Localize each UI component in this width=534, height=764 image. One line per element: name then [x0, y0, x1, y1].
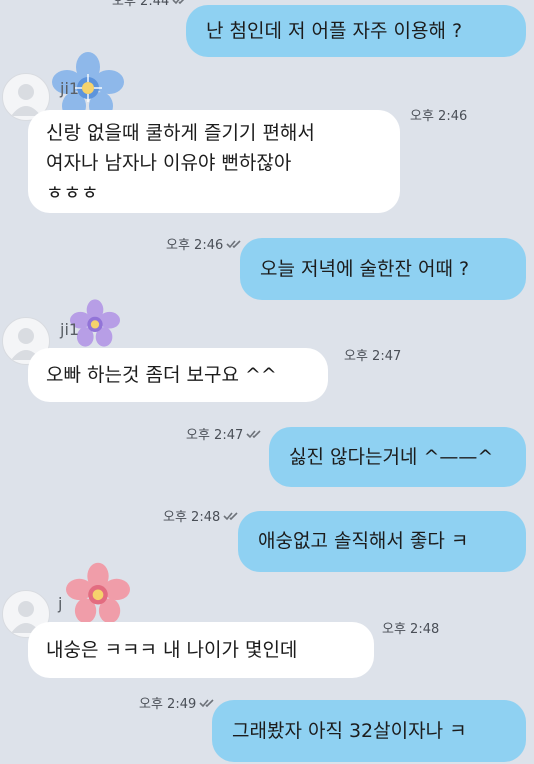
timestamp: 오후 2:49: [139, 697, 197, 712]
message-bubble-outgoing[interactable]: 애숭없고 솔직해서 좋다 ㅋ: [238, 511, 526, 572]
message-bubble-incoming[interactable]: 오빠 하는것 좀더 보구요 ^^: [28, 348, 328, 402]
message-time: 오후 2:46: [410, 105, 467, 124]
message-text: 난 첨인데 저 어플 자주 이용해 ?: [206, 20, 463, 42]
message-text: 애숭없고 솔직해서 좋다 ㅋ: [258, 530, 469, 552]
timestamp: 오후 2:47: [344, 349, 402, 364]
sender-name: ji1: [60, 320, 80, 339]
message-text: 신랑 없을때 쿨하게 즐기기 편해서: [46, 122, 315, 144]
message-time: 오후 2:49: [139, 693, 217, 712]
message-text: 싫진 않다는거네 ^——^: [289, 446, 494, 468]
message-text: 내숭은 ㅋㅋㅋ 내 나이가 몇인데: [46, 639, 298, 661]
message-time: 오후 2:46: [166, 234, 244, 253]
read-check-icon: [246, 429, 261, 438]
message-text: 오빠 하는것 좀더 보구요 ^^: [46, 364, 277, 386]
message-bubble-outgoing[interactable]: 난 첨인데 저 어플 자주 이용해 ?: [186, 5, 526, 57]
message-bubble-outgoing[interactable]: 싫진 않다는거네 ^——^: [269, 427, 526, 487]
timestamp: 오후 2:47: [186, 428, 244, 443]
read-check-icon: [199, 698, 214, 707]
timestamp: 오후 2:46: [410, 109, 468, 124]
flower-sticker-icon: [66, 562, 130, 624]
message-bubble-incoming[interactable]: 신랑 없을때 쿨하게 즐기기 편해서 여자나 남자나 이유야 뻔하잖아 ㅎㅎㅎ: [28, 110, 400, 213]
message-time: 오후 2:48: [382, 618, 439, 637]
timestamp: 오후 2:44: [112, 0, 170, 9]
message-text: 그래봤자 아직 32살이자나 ㅋ: [232, 720, 467, 742]
read-check-icon: [223, 511, 238, 520]
timestamp: 오후 2:48: [163, 510, 221, 525]
timestamp: 오후 2:46: [166, 238, 224, 253]
sender-name: ji1: [60, 79, 80, 98]
message-time: 오후 2:48: [163, 506, 241, 525]
sender-name: j: [58, 594, 63, 613]
message-time: 오후 2:47: [344, 345, 401, 364]
read-check-icon: [172, 0, 184, 4]
message-text: 오늘 저녁에 술한잔 어때 ?: [260, 258, 470, 280]
chat-screen: 오후 2:44 난 첨인데 저 어플 자주 이용해 ? ji1 오후 2:46 …: [0, 0, 534, 764]
timestamp: 오후 2:48: [382, 622, 440, 637]
message-time: 오후 2:47: [186, 424, 264, 443]
message-bubble-incoming[interactable]: 내숭은 ㅋㅋㅋ 내 나이가 몇인데: [28, 622, 374, 678]
message-time: 오후 2:44: [112, 0, 190, 9]
message-bubble-outgoing[interactable]: 오늘 저녁에 술한잔 어때 ?: [240, 238, 526, 300]
message-text: 여자나 남자나 이유야 뻔하잖아: [46, 152, 292, 174]
message-bubble-outgoing[interactable]: 그래봤자 아직 32살이자나 ㅋ: [212, 700, 526, 762]
message-text: ㅎㅎㅎ: [46, 182, 99, 204]
read-check-icon: [226, 239, 241, 248]
